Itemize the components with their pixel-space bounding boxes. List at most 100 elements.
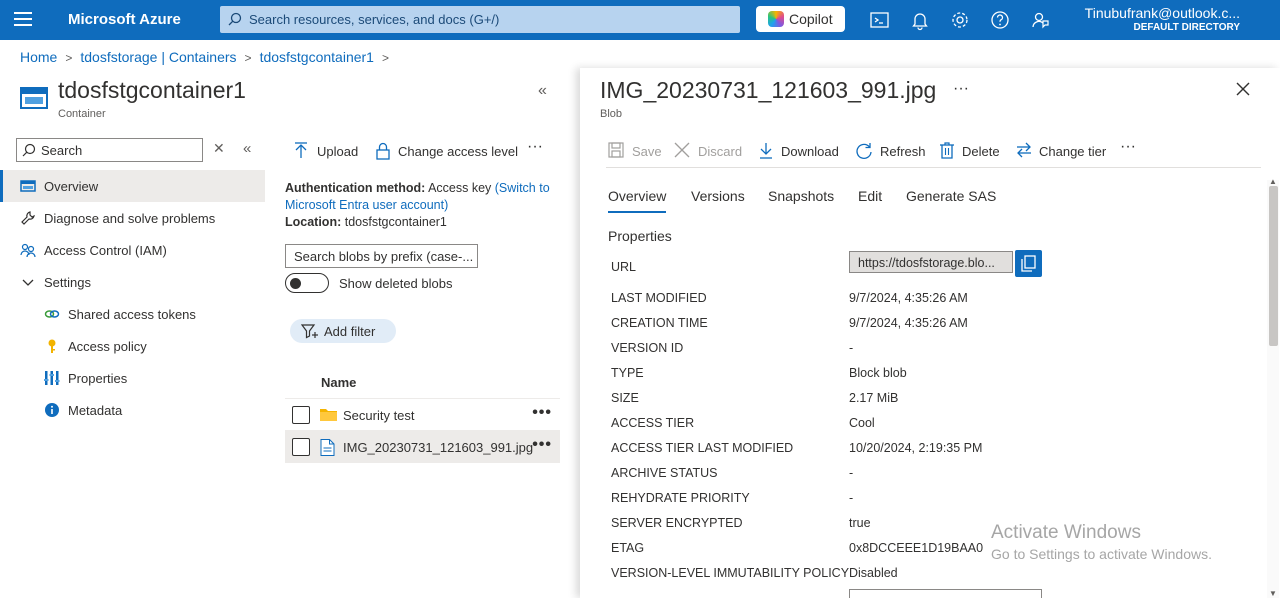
blob-name[interactable]: Security test [343, 408, 415, 423]
breadcrumb-home[interactable]: Home [20, 49, 57, 65]
clear-search-icon[interactable]: ✕ [213, 140, 225, 157]
prop-value: - [849, 491, 854, 505]
partially-visible-field[interactable] [849, 589, 1042, 598]
breadcrumb: Home > tdosfstorage | Containers > tdosfstgc… [20, 49, 397, 65]
prop-key: ARCHIVE STATUS [611, 466, 718, 480]
sidebar-item-overview[interactable]: Overview [0, 170, 265, 202]
scroll-up-icon[interactable]: ▲ [1269, 177, 1277, 186]
prop-key: VERSION ID [611, 341, 684, 355]
sidebar-nav: Overview Diagnose and solve problems Acc… [0, 170, 265, 426]
prop-key: ETAG [611, 541, 645, 555]
row-checkbox[interactable] [292, 406, 310, 424]
add-filter-button[interactable]: Add filter [290, 319, 396, 343]
close-icon[interactable] [1236, 82, 1250, 96]
tab-edit[interactable]: Edit [858, 188, 882, 211]
activate-windows-watermark: Activate Windows [991, 522, 1141, 543]
tab-snapshots[interactable]: Snapshots [768, 188, 834, 211]
sidebar-item-diagnose[interactable]: Diagnose and solve problems [0, 202, 265, 234]
table-header: Name [285, 365, 560, 399]
prop-value: - [849, 466, 854, 480]
copilot-button[interactable]: Copilot [756, 6, 845, 32]
blob-details-blade: IMG_20230731_121603_991.jpg ··· Blob Sav… [580, 68, 1280, 598]
user-name: Tinubufrank@outlook.c... [1084, 5, 1240, 21]
copy-url-button[interactable] [1015, 250, 1042, 277]
show-deleted-toggle[interactable] [285, 273, 329, 293]
copilot-icon [768, 11, 784, 27]
blade-scrollbar[interactable]: ▲ ▼ [1267, 177, 1279, 598]
scrollbar-thumb[interactable] [1269, 186, 1278, 346]
tab-generate-sas[interactable]: Generate SAS [906, 188, 996, 211]
sidebar-item-label: Settings [44, 275, 91, 290]
prop-key: SIZE [611, 391, 639, 405]
gear-icon[interactable] [949, 9, 971, 31]
collapse-nav-icon[interactable]: « [243, 140, 251, 157]
prop-key: ACCESS TIER [611, 416, 695, 430]
properties-heading: Properties [608, 228, 672, 244]
sidebar-item-label: Access Control (IAM) [44, 243, 167, 258]
scroll-down-icon[interactable]: ▼ [1269, 589, 1277, 598]
blob-search-placeholder: Search blobs by prefix (case-... [294, 249, 474, 264]
prop-value: Cool [849, 416, 875, 430]
breadcrumb-containers[interactable]: tdosfstorage | Containers [80, 49, 236, 65]
prop-value: 0x8DCCEEE1D19BAA0 [849, 541, 984, 555]
row-more-button[interactable]: ••• [532, 436, 552, 454]
people-icon [20, 243, 36, 258]
sidebar-item-label: Metadata [68, 403, 123, 418]
sidebar-item-label: Shared access tokens [68, 307, 196, 322]
page-title: tdosfstgcontainer1 [58, 77, 246, 103]
row-checkbox[interactable] [292, 438, 310, 456]
prop-value: Block blob [849, 366, 907, 380]
blade-subtitle: Blob [600, 108, 623, 120]
nav-search-input[interactable]: Search [16, 138, 203, 162]
sidebar-item-properties[interactable]: Properties [0, 362, 265, 394]
breadcrumb-separator: > [65, 51, 73, 65]
blob-name[interactable]: IMG_20230731_121603_991.jpg [343, 440, 533, 455]
column-name-header[interactable]: Name [321, 375, 356, 390]
discard-icon [674, 142, 690, 158]
brand-logo[interactable]: Microsoft Azure [68, 11, 181, 28]
table-row[interactable]: IMG_20230731_121603_991.jpg ••• [285, 431, 560, 463]
wrench-icon [21, 211, 35, 225]
nav-search-placeholder: Search [41, 143, 83, 158]
prop-value: - [849, 341, 854, 355]
blade-title: IMG_20230731_121603_991.jpg [600, 77, 937, 103]
feedback-icon[interactable] [1029, 9, 1051, 31]
sidebar-item-settings[interactable]: Settings [0, 266, 265, 298]
prop-key: CREATION TIME [611, 316, 708, 330]
sidebar-item-metadata[interactable]: Metadata [0, 394, 265, 426]
prop-value: 9/7/2024, 4:35:26 AM [849, 291, 968, 305]
properties-icon [44, 371, 60, 385]
add-filter-label: Add filter [324, 324, 376, 339]
hamburger-menu-icon[interactable] [14, 12, 32, 28]
help-icon[interactable] [989, 9, 1011, 31]
tab-overview[interactable]: Overview [608, 188, 667, 213]
sidebar-item-label: Overview [44, 179, 99, 194]
location-value: tdosfstgcontainer1 [344, 215, 447, 229]
global-search-input[interactable]: Search resources, services, and docs (G+… [220, 6, 740, 33]
sidebar-item-label: Diagnose and solve problems [44, 211, 216, 226]
bell-icon[interactable] [909, 9, 931, 31]
auth-method-label: Authentication method: [285, 181, 426, 195]
breadcrumb-container[interactable]: tdosfstgcontainer1 [260, 49, 374, 65]
blob-search-input[interactable]: Search blobs by prefix (case-... [285, 244, 478, 268]
row-more-button[interactable]: ••• [532, 404, 552, 422]
url-field[interactable]: https://tdosfstorage.blo... [849, 251, 1013, 273]
prop-key: ACCESS TIER LAST MODIFIED [611, 441, 794, 455]
sidebar-item-iam[interactable]: Access Control (IAM) [0, 234, 265, 266]
refresh-icon [856, 143, 872, 160]
tab-versions[interactable]: Versions [691, 188, 745, 211]
sidebar-item-shared-access-tokens[interactable]: Shared access tokens [0, 298, 265, 330]
table-row[interactable]: Security test ••• [285, 399, 560, 431]
more-options-button[interactable]: ··· [527, 138, 543, 156]
collapse-pane-icon[interactable]: « [538, 82, 547, 100]
blob-more-button[interactable]: ··· [1120, 138, 1136, 156]
activate-windows-hint: Go to Settings to activate Windows. [991, 546, 1212, 562]
breadcrumb-separator: > [381, 51, 389, 65]
sidebar-item-access-policy[interactable]: Access policy [0, 330, 265, 362]
prop-url-key: URL [611, 260, 637, 274]
blade-more-button[interactable]: ··· [953, 80, 969, 98]
search-icon [22, 143, 36, 157]
prop-key: TYPE [611, 366, 644, 380]
account-menu[interactable]: Tinubufrank@outlook.c... DEFAULT DIRECTO… [1085, 5, 1240, 33]
cloud-shell-icon[interactable] [869, 9, 891, 31]
